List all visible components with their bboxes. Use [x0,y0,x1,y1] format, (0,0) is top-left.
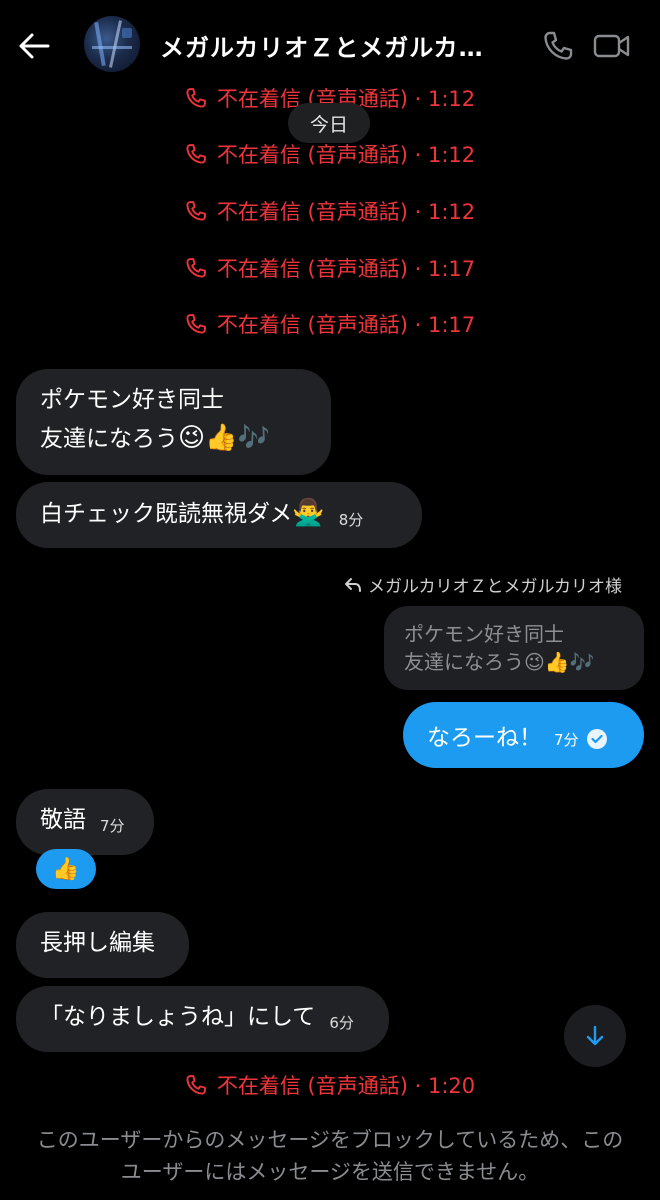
quoted-text-line2: 友達になろう😉👍🎶 [404,648,624,676]
message-text: なろーね！ [427,725,542,751]
missed-call-notice[interactable]: 不在着信 (音声通話) · 1:20 [0,1065,660,1105]
missed-call-label: 不在着信 (音声通話) · 1:12 [216,143,476,167]
missed-call-notice[interactable]: 不在着信 (音声通話) · 1:17 [0,304,660,344]
message-text: 長押し編集 [40,930,155,956]
emoji: 😉👍🎶 [524,650,595,674]
message-text-line2: 友達になろう😉👍🎶 [40,419,307,458]
missed-call-label: 不在着信 (音声通話) · 1:12 [216,200,476,224]
emoji: 😉👍🎶 [178,423,270,453]
message-time: 7分 [100,817,125,835]
message-bubble[interactable]: 「なりましょうね」にして 6分 [16,986,389,1052]
reply-target: メガルカリオＺとメガルカリオ様 [368,577,622,597]
missed-call-label: 不在着信 (音声通話) · 1:17 [216,313,476,337]
blocked-notice: このユーザーからのメッセージをブロックしているため、このユーザーにはメッセージを… [36,1128,624,1184]
message-time: 7分 [554,730,579,749]
message-text: ポケモン好き同士 [40,387,224,413]
message-time: 6分 [329,1014,354,1032]
chat-header: メガルカリオＺとメガルカリ… [0,0,660,90]
chat-title[interactable]: メガルカリオＺとメガルカリ… [160,28,500,63]
emoji: 🙅‍♂️ [292,498,325,528]
missed-call-notice[interactable]: 不在着信 (音声通話) · 1:12 [0,191,660,231]
reply-indicator: メガルカリオＺとメガルカリオ様 [344,572,622,597]
missed-call-notice[interactable]: 不在着信 (音声通話) · 1:17 [0,248,660,288]
message-bubble[interactable]: ポケモン好き同士 友達になろう😉👍🎶 [16,369,331,475]
arrow-down-icon [586,1025,604,1046]
outgoing-message-bubble[interactable]: なろーね！ 7分 [403,702,644,768]
missed-call-label: 不在着信 (音声通話) · 1:20 [216,1074,476,1098]
phone-icon[interactable] [536,24,580,68]
missed-call-label: 不在着信 (音声通話) · 1:17 [216,257,476,281]
message-bubble[interactable]: 敬語 7分 [16,789,154,855]
phone-missed-icon [186,201,206,221]
message-bubble[interactable]: 長押し編集 [16,912,189,978]
video-icon[interactable] [590,24,634,68]
phone-missed-icon [186,258,206,278]
message-text: 白チェック既読無視ダメ [40,501,293,527]
phone-missed-icon [186,144,206,164]
message-bubble[interactable]: 白チェック既読無視ダメ🙅‍♂️ 8分 [16,482,422,548]
read-check-icon [586,729,607,749]
phone-missed-icon [186,88,206,108]
quoted-text: ポケモン好き同士 [404,622,564,646]
arrow-left-icon[interactable] [14,26,54,66]
scroll-to-bottom-button[interactable] [564,1005,626,1067]
message-text: 敬語 [40,807,86,833]
quoted-text: 友達になろう [404,650,524,674]
reaction-badge[interactable]: 👍 [36,849,96,889]
avatar[interactable] [84,16,140,72]
message-time: 8分 [338,511,364,529]
missed-call-notice[interactable]: 不在着信 (音声通話) · 1:12 [0,134,660,174]
quoted-message[interactable]: ポケモン好き同士 友達になろう😉👍🎶 [384,606,644,690]
phone-missed-icon [186,1075,206,1095]
phone-missed-icon [186,314,206,334]
reply-icon [345,577,362,592]
message-text: 友達になろう [40,426,178,452]
message-text: 「なりましょうね」にして [40,1004,316,1030]
